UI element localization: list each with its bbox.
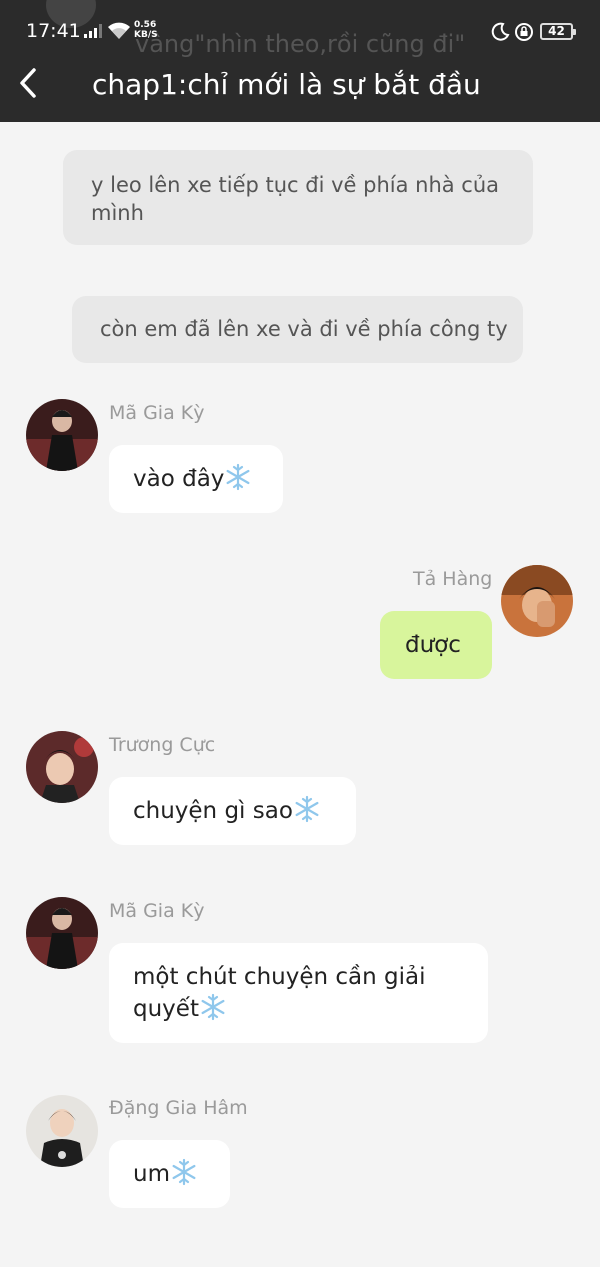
narration-box: còn em đã lên xe và đi về phía công ty: [72, 296, 523, 363]
sender-name: Trương Cực: [109, 734, 216, 756]
page-title: chap1:chỉ mới là sự bắt đầu: [92, 68, 481, 101]
back-arrow-icon[interactable]: [14, 64, 44, 102]
message-bubble: um: [109, 1140, 230, 1208]
avatar-truong-cuc[interactable]: [26, 731, 98, 803]
rotation-lock-icon: [515, 23, 533, 41]
narration-text: y leo lên xe tiếp tục đi về phía nhà của…: [91, 173, 500, 225]
message-bubble: vào đây: [109, 445, 283, 513]
message-text: um: [133, 1161, 170, 1187]
wifi-icon: [108, 22, 130, 39]
message-bubble: một chút chuyện cần giải quyết: [109, 943, 488, 1043]
snowflake-icon: [226, 463, 250, 491]
message-text: được: [405, 632, 461, 658]
battery-icon: 42: [540, 23, 576, 40]
narration-box: y leo lên xe tiếp tục đi về phía nhà của…: [63, 150, 533, 245]
message-bubble: được: [380, 611, 492, 679]
net-speed-unit: KB/S: [134, 30, 158, 40]
avatar-ta-hang[interactable]: [501, 565, 573, 637]
snowflake-icon: [201, 993, 225, 1021]
avatar-ma-gia-ky[interactable]: [26, 897, 98, 969]
message-bubble: chuyện gì sao: [109, 777, 356, 845]
narration-text: còn em đã lên xe và đi về phía công ty: [100, 317, 508, 341]
avatar-dang-gia-ham[interactable]: [26, 1095, 98, 1167]
status-bar: 17:41 0.56 KB/S 42: [0, 0, 600, 62]
sender-name: Tả Hàng: [413, 568, 493, 590]
message-text: chuyện gì sao: [133, 798, 293, 824]
snowflake-icon: [295, 795, 319, 823]
avatar-ma-gia-ky[interactable]: [26, 399, 98, 471]
status-time: 17:41: [26, 20, 81, 42]
message-text: vào đây: [133, 466, 225, 492]
signal-icon: [84, 24, 102, 38]
net-speed-value: 0.56: [134, 20, 157, 30]
message-text: một chút chuyện cần giải quyết: [133, 964, 426, 1022]
net-speed-indicator: 0.56 KB/S: [134, 20, 164, 40]
sender-name: Đặng Gia Hâm: [109, 1097, 248, 1119]
sender-name: Mã Gia Kỳ: [109, 402, 205, 424]
moon-icon: [491, 22, 510, 41]
snowflake-icon: [172, 1158, 196, 1186]
app-header: vâng"nhìn theo,rồi cũng đi" 17:41 0.56 K…: [0, 0, 600, 122]
sender-name: Mã Gia Kỳ: [109, 900, 205, 922]
